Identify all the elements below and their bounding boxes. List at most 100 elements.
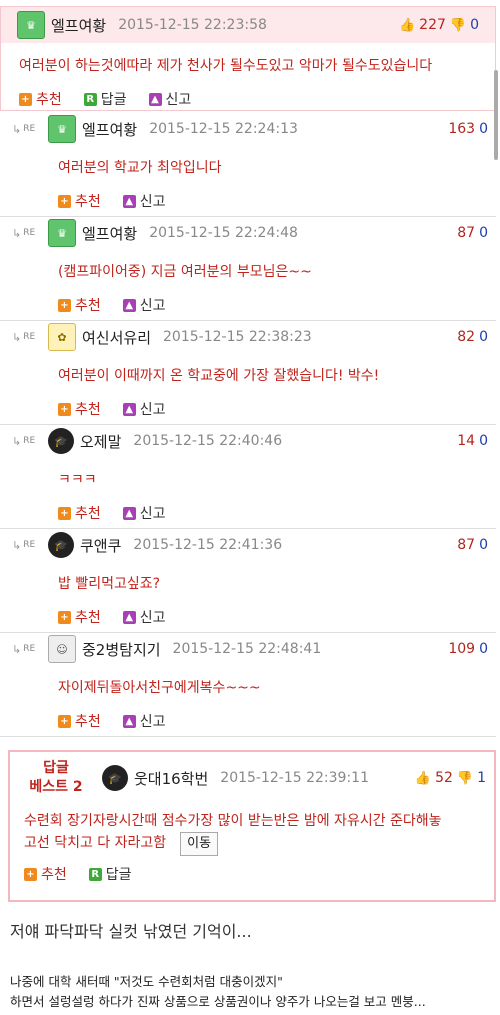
recommend-button[interactable]: + 추천 (58, 399, 101, 419)
recommend-label: 추천 (75, 298, 101, 314)
reply-marker: ↳ RE (0, 539, 48, 552)
reply-header: ↳ RE ☺ 중2병탐지기 2015-12-15 22:48:41 109 0 (0, 635, 496, 663)
report-button[interactable]: ▲ 신고 (122, 503, 166, 523)
recommend-button[interactable]: + 추천 (19, 89, 62, 109)
recommend-button[interactable]: + 추천 (58, 607, 101, 627)
elf-avatar[interactable]: ♛ (48, 219, 76, 247)
reply-text: 여러분의 학교가 최악입니다 (58, 160, 222, 176)
move-button[interactable]: 이동 (180, 832, 219, 856)
reply-marker-label: RE (23, 228, 36, 238)
vote-counts: 87 0 (457, 537, 496, 553)
comment-date: 2015-12-15 22:24:13 (149, 121, 298, 137)
reply-actions: + 추천 ▲ 신고 (0, 503, 496, 523)
elf-avatar[interactable]: ♛ (17, 11, 45, 39)
best-badge-line2: 베스트 2 (29, 779, 83, 795)
report-person-icon: ▲ (122, 194, 136, 208)
comment-author[interactable]: 여신서유리 (82, 327, 151, 348)
comment-author[interactable]: 웃대16학번 (134, 768, 208, 789)
recommend-button[interactable]: + 추천 (58, 711, 101, 731)
thumbs-down-icon[interactable]: 👎 (450, 18, 466, 33)
best-reply-text: 수련회 장기자랑시간때 점수가장 많이 받는반은 밤에 자유시간 준다해놓 고선… (10, 810, 494, 856)
reply-text: 자이제뒤돌아서친구에게복수~~~ (58, 680, 261, 696)
comment-date: 2015-12-15 22:24:48 (149, 225, 298, 241)
vote-counts: 163 0 (448, 121, 496, 137)
reply-marker: ↳ RE (0, 123, 48, 136)
reply-arrow-icon: ↳ (12, 642, 22, 656)
reply-actions: + 추천 ▲ 신고 (0, 191, 496, 211)
comment-author[interactable]: 중2병탐지기 (82, 639, 161, 660)
reply-marker: ↳ RE (0, 435, 48, 448)
report-person-icon: ▲ (122, 610, 136, 624)
reply-marker-label: RE (23, 332, 36, 342)
comment-date: 2015-12-15 22:23:58 (118, 17, 267, 33)
best-badge-line1: 답글 (43, 760, 69, 776)
report-label: 신고 (139, 298, 166, 314)
plus-square-icon: + (58, 402, 71, 416)
comment-actions: + 추천 R 답글 ▲ 신고 (1, 89, 495, 109)
recommend-button[interactable]: + 추천 (58, 503, 101, 523)
reply-marker-label: RE (23, 644, 36, 654)
reply-actions: + 추천 ▲ 신고 (0, 711, 496, 731)
up-count: 52 (435, 770, 453, 786)
report-person-icon: ▲ (122, 298, 136, 312)
thumbs-up-icon[interactable]: 👍 (415, 771, 431, 786)
report-label: 신고 (139, 714, 166, 730)
face-avatar[interactable]: ☺ (48, 635, 76, 663)
report-button[interactable]: ▲ 신고 (122, 191, 166, 211)
comment-author[interactable]: 엘프여황 (82, 119, 137, 140)
recommend-button[interactable]: + 추천 (58, 191, 101, 211)
vote-counts: 109 0 (448, 641, 496, 657)
reply-header: ↳ RE ♛ 엘프여황 2015-12-15 22:24:13 163 0 (0, 115, 496, 143)
comment-text: 여러분이 하는것에따라 제가 천사가 될수도있고 악마가 될수도있습니다 (19, 58, 433, 74)
up-count: 82 (457, 329, 476, 345)
reply-arrow-icon: ↳ (12, 122, 22, 136)
recommend-button[interactable]: + 추천 (58, 295, 101, 315)
report-button[interactable]: ▲ 신고 (122, 711, 166, 731)
recommend-button[interactable]: + 추천 (24, 864, 67, 884)
report-button[interactable]: ▲ 신고 (122, 607, 166, 627)
reply-r-icon: R (88, 867, 102, 881)
recommend-label: 추천 (75, 402, 101, 418)
reply-actions: + 추천 ▲ 신고 (0, 399, 496, 419)
vote-counts: 82 0 (457, 329, 496, 345)
thumbs-up-icon[interactable]: 👍 (399, 18, 415, 33)
reply-button[interactable]: R 답글 (88, 864, 132, 884)
comment-author[interactable]: 오제말 (80, 431, 121, 452)
comment-date: 2015-12-15 22:40:46 (133, 433, 283, 449)
reply-arrow-icon: ↳ (12, 330, 22, 344)
report-button[interactable]: ▲ 신고 (122, 295, 166, 315)
comment-author[interactable]: 쿠앤쿠 (80, 535, 121, 556)
reply-item: ↳ RE ♛ 엘프여황 2015-12-15 22:24:13 163 0 여러분… (0, 113, 496, 217)
down-count: 0 (479, 329, 488, 345)
report-button[interactable]: ▲ 신고 (122, 399, 166, 419)
reply-item: ↳ RE ☺ 중2병탐지기 2015-12-15 22:48:41 109 0 자… (0, 633, 496, 737)
recommend-label: 추천 (36, 92, 62, 108)
report-button[interactable]: ▲ 신고 (148, 89, 191, 109)
plus-square-icon: + (58, 298, 71, 312)
graduate-avatar[interactable]: 🎓 (48, 532, 74, 558)
graduate-avatar[interactable]: 🎓 (48, 428, 74, 454)
comment-author[interactable]: 엘프여황 (82, 223, 137, 244)
comment-author[interactable]: 엘프여황 (51, 15, 106, 36)
reply-r-icon: R (83, 92, 97, 106)
vote-counts: 👍 52 👎 1 (415, 770, 494, 786)
reply-marker: ↳ RE (0, 643, 48, 656)
recommend-label: 추천 (75, 506, 101, 522)
vote-counts: 14 0 (457, 433, 496, 449)
reply-marker: ↳ RE (0, 227, 48, 240)
article-line1: 나중에 대학 새터때 "저것도 수련회처럼 대충이겠지" (10, 974, 283, 989)
up-count: 227 (419, 17, 446, 33)
report-person-icon: ▲ (122, 402, 136, 416)
reply-arrow-icon: ↳ (12, 538, 22, 552)
girl-avatar[interactable]: ✿ (48, 323, 76, 351)
reply-marker: ↳ RE (0, 331, 48, 344)
comment-date: 2015-12-15 22:48:41 (172, 641, 322, 657)
thumbs-down-icon[interactable]: 👎 (457, 771, 473, 786)
report-label: 신고 (139, 506, 166, 522)
graduate-avatar[interactable]: 🎓 (102, 765, 128, 791)
reply-button[interactable]: R 답글 (83, 89, 127, 109)
reply-text: (캠프파이어중) 지금 여러분의 부모님은~~ (58, 264, 312, 280)
up-count: 109 (448, 641, 476, 657)
reply-label: 답글 (100, 92, 127, 108)
elf-avatar[interactable]: ♛ (48, 115, 76, 143)
